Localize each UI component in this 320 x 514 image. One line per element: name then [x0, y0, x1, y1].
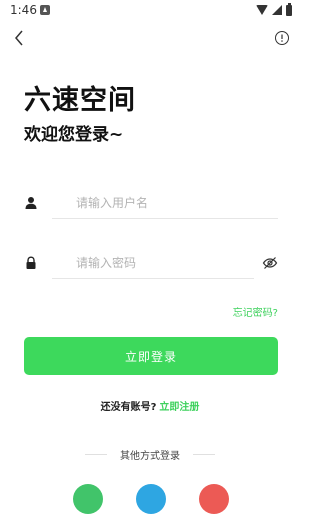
qq-login-button[interactable] [136, 484, 166, 514]
welcome-text: 欢迎您登录~ [24, 125, 124, 145]
app-title: 六速空间 [24, 85, 136, 116]
register-prompt: 还没有账号? 立即注册 [0, 398, 300, 413]
username-field [24, 187, 278, 221]
wifi-icon [256, 5, 268, 15]
forgot-password-link[interactable]: 忘记密码? [233, 304, 278, 319]
lock-icon [26, 256, 36, 269]
login-button[interactable]: 立即登录 [24, 337, 278, 375]
username-input[interactable] [52, 187, 278, 219]
eye-off-icon [262, 257, 278, 269]
user-icon [25, 197, 37, 209]
back-button[interactable] [10, 28, 30, 48]
status-icons [256, 2, 292, 16]
battery-icon [286, 2, 292, 16]
password-field [24, 247, 278, 281]
chevron-left-icon [15, 30, 23, 46]
weibo-login-button[interactable] [199, 484, 229, 514]
notification-icon [40, 5, 50, 15]
info-icon [275, 31, 289, 45]
password-input[interactable] [52, 247, 254, 279]
wechat-login-button[interactable] [73, 484, 103, 514]
password-visibility-toggle[interactable] [262, 255, 278, 271]
register-link[interactable]: 立即注册 [159, 402, 199, 413]
status-bar: 1:46 [0, 0, 300, 22]
other-login-divider: 其他方式登录 [0, 447, 300, 462]
info-button[interactable] [274, 30, 290, 46]
other-login-label: 其他方式登录 [120, 451, 180, 462]
divider-line-right [193, 454, 215, 455]
register-prompt-text: 还没有账号? [100, 402, 157, 413]
status-time: 1:46 [10, 3, 37, 17]
cellular-signal-icon [272, 5, 282, 15]
